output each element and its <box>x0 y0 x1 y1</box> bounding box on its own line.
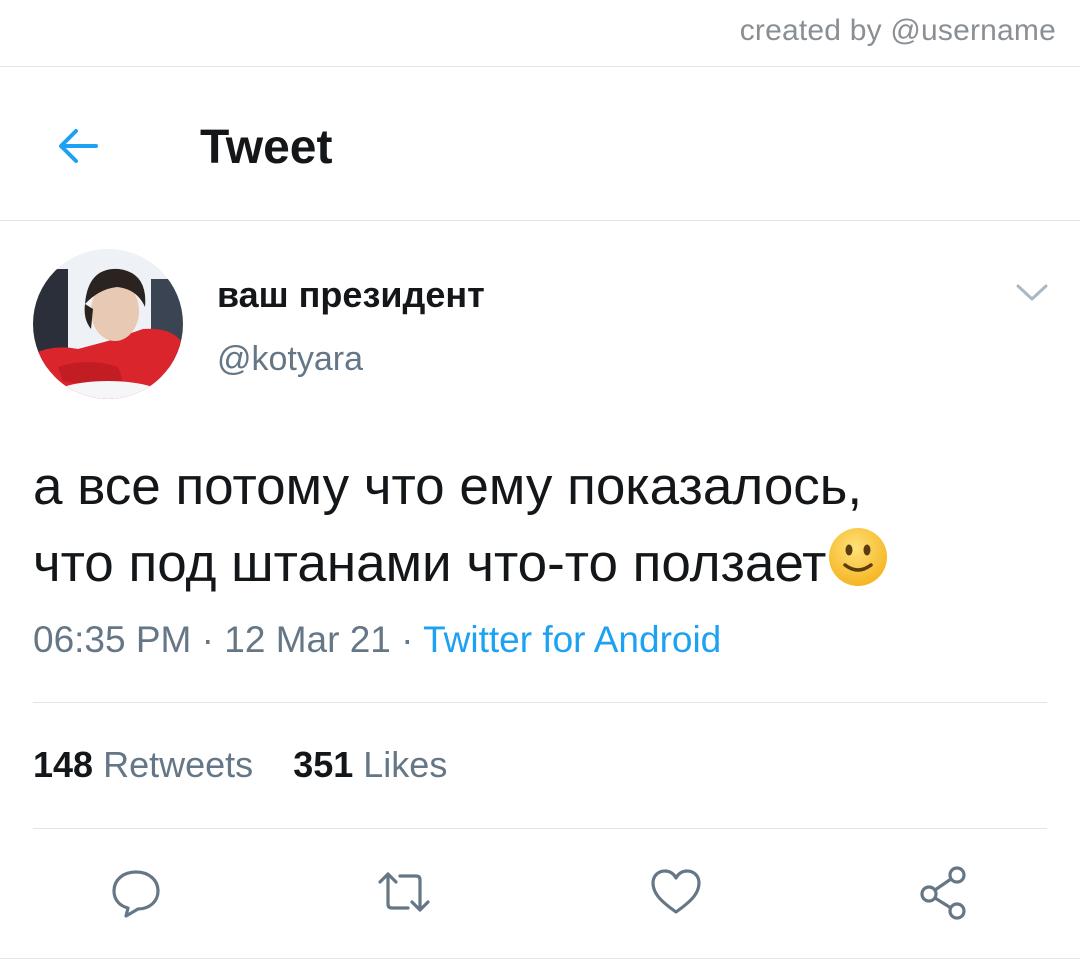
slightly-smiling-face-icon <box>829 528 888 586</box>
tweet-stats: 148 Retweets 351 Likes <box>33 744 477 786</box>
page-title: Tweet <box>200 121 333 174</box>
retweet-icon <box>378 872 430 912</box>
retweets-stat[interactable]: 148 Retweets <box>33 744 253 785</box>
reply-icon <box>112 870 160 918</box>
bottom-divider <box>0 958 1080 959</box>
header: Tweet <box>0 90 1080 206</box>
back-button[interactable] <box>48 116 108 176</box>
header-divider <box>0 220 1080 221</box>
tweet-text-line-2: что под штанами что-то ползает <box>33 534 827 593</box>
like-icon <box>651 869 701 914</box>
chevron-down-icon <box>1016 284 1048 301</box>
likes-count: 351 <box>293 744 354 785</box>
meta-separator: · <box>191 619 225 660</box>
meta-divider <box>33 702 1047 703</box>
like-button[interactable] <box>646 862 706 922</box>
reply-button[interactable] <box>106 862 166 922</box>
likes-label: Likes <box>363 744 448 785</box>
tweet-meta: 06:35 PM · 12 Mar 21 · Twitter for Andro… <box>33 619 721 661</box>
retweets-count: 148 <box>33 744 94 785</box>
stats-divider <box>33 828 1047 829</box>
tweet-time: 06:35 PM <box>33 619 192 660</box>
tweet-source-link[interactable]: Twitter for Android <box>423 619 721 660</box>
watermark: created by @username <box>739 14 1056 47</box>
meta-separator: · <box>390 619 424 660</box>
tweet-text: а все потому что ему показалось, что под… <box>33 448 1053 602</box>
likes-stat[interactable]: 351 Likes <box>293 744 447 785</box>
share-button[interactable] <box>914 862 974 922</box>
avatar[interactable] <box>33 249 183 399</box>
tweet-options-button[interactable] <box>1010 276 1054 310</box>
tweet-text-line-1: а все потому что ему показалось, <box>33 457 863 516</box>
retweet-button[interactable] <box>374 862 434 922</box>
retweets-label: Retweets <box>103 744 254 785</box>
tweet-date: 12 Mar 21 <box>224 619 391 660</box>
author-handle[interactable]: @kotyara <box>217 340 363 379</box>
author-name[interactable]: ваш президент <box>217 274 485 316</box>
avatar-photo <box>33 249 183 399</box>
arrow-left-icon <box>59 129 98 163</box>
top-divider <box>0 66 1080 67</box>
share-icon <box>920 866 966 920</box>
